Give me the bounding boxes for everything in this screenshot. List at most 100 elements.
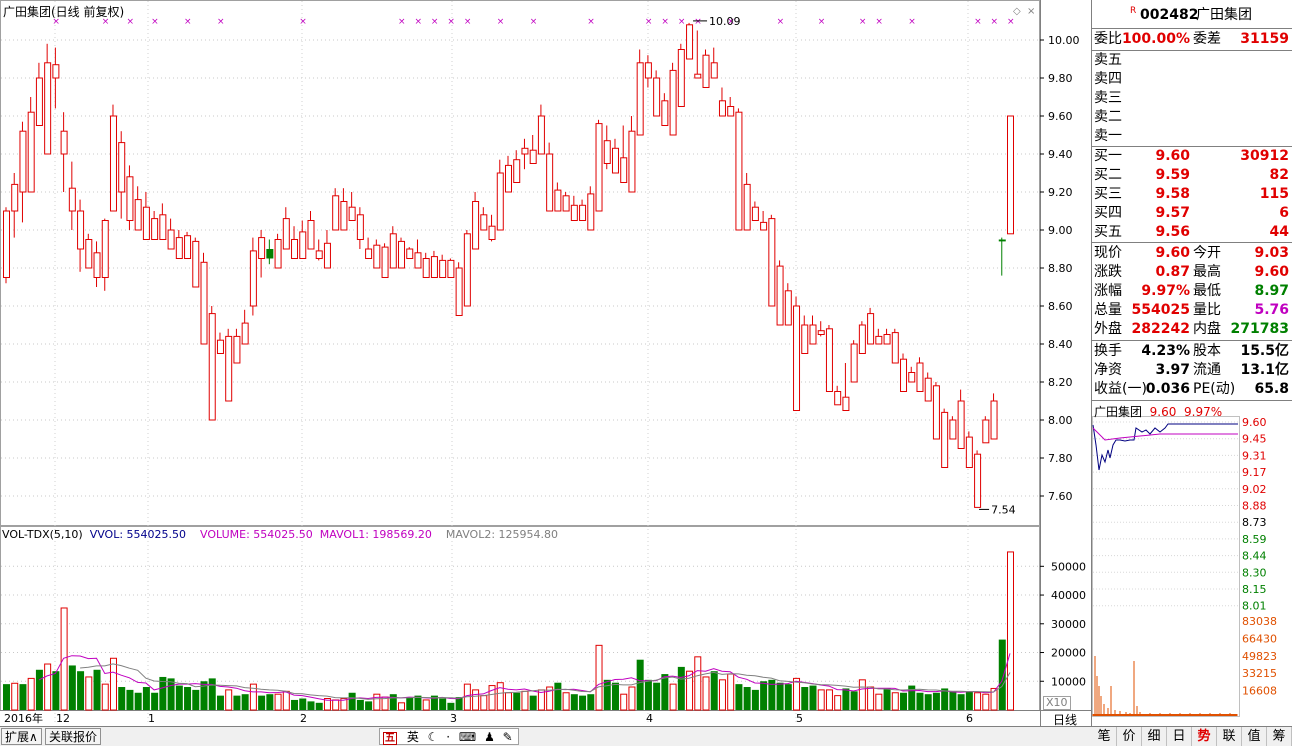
signal-marker: × (587, 17, 595, 27)
signal-marker: × (184, 17, 192, 27)
volume-bar-up (727, 673, 735, 711)
price-axis-label: 10.00 (1048, 34, 1080, 47)
candle-body-up (603, 140, 611, 164)
candle-body-up (340, 201, 348, 231)
volume-bar-down (315, 702, 323, 710)
fin-value-2: 15.5亿 (1240, 343, 1289, 359)
stat-value: 9.60 (1155, 245, 1190, 261)
candle-body-up (134, 199, 142, 231)
sell-label: 卖一 (1094, 128, 1122, 144)
tab-1[interactable]: 价 (1117, 727, 1142, 746)
tab-5[interactable]: 联 (1217, 727, 1242, 746)
candle-body-up (480, 214, 488, 231)
moon-icon[interactable]: ☾ (428, 730, 439, 744)
candle-body-up (332, 195, 340, 231)
candle-body-up (620, 157, 628, 184)
mavol1-value: MAVOL1: 198569.20 (319, 528, 432, 541)
tab-4[interactable]: 势 (1192, 727, 1217, 746)
fin-label-2: 流通 (1193, 362, 1221, 378)
stock-name: 广田集团 (1196, 7, 1252, 23)
mini-price-label: 9.17 (1242, 466, 1267, 479)
stat-row: 涨跌 0.87 最高 9.60 (1092, 263, 1292, 282)
volume-bar-up (817, 689, 825, 711)
price-axis-label: 9.00 (1048, 224, 1073, 237)
volume-bar-down (760, 681, 768, 710)
candle-body-up (109, 115, 117, 212)
volume-bar-down (776, 682, 784, 710)
volume-bar-down (356, 699, 364, 710)
indicator-name[interactable]: VOL-TDX(5,10) (2, 528, 83, 541)
fin-label: 换手 (1094, 343, 1122, 359)
tab-6[interactable]: 值 (1242, 727, 1267, 746)
sell-row: 卖一 (1092, 127, 1292, 146)
candle-body-up (167, 229, 175, 250)
volume-bar-down (644, 679, 652, 710)
stat-label-2: 最高 (1193, 264, 1221, 280)
mini-price-label: 9.60 (1242, 416, 1267, 429)
related-quotes-button[interactable]: 关联报价 (45, 728, 102, 745)
expand-button[interactable]: 扩展∧ (1, 728, 42, 745)
tab-3[interactable]: 日 (1167, 727, 1192, 746)
candle-body-up (323, 242, 331, 269)
fin-row: 净资 3.97 流通 13.1亿 (1092, 361, 1292, 380)
volume-bar-up (867, 686, 875, 711)
candle-body-up (990, 400, 998, 440)
ime-wubi-icon[interactable]: 五 (383, 732, 397, 745)
quote-tabs: 笔价细日势联值筹 (1092, 726, 1292, 746)
volume-bar-down (19, 684, 27, 710)
tab-7[interactable]: 筹 (1267, 727, 1292, 746)
price-area-frame (0, 0, 1040, 526)
sell-row: 卖四 (1092, 70, 1292, 89)
volume-bar-up (718, 679, 726, 711)
buy-volume: 30912 (1240, 148, 1289, 164)
buy-price: 9.58 (1155, 186, 1190, 202)
signal-marker: × (777, 17, 785, 27)
volume-axis-label: 20000 (1051, 647, 1086, 660)
volume-bar-down (258, 695, 266, 710)
user-icon[interactable]: ♟ (484, 730, 495, 744)
tab-0[interactable]: 笔 (1092, 727, 1117, 746)
volume-area-frame (0, 526, 1040, 711)
volume-bar-down (554, 682, 562, 710)
keyboard-icon[interactable]: ⌨ (459, 730, 476, 744)
volume-bar-down (291, 699, 299, 710)
volume-bar-down (406, 697, 414, 710)
volume-bar-up (472, 689, 480, 711)
volume-bar-down (175, 685, 183, 710)
stat-label: 涨跌 (1094, 264, 1122, 280)
stat-row: 现价 9.60 今开 9.03 (1092, 244, 1292, 263)
tab-2[interactable]: 细 (1142, 727, 1167, 746)
candle-body-down (266, 249, 274, 259)
candle-body-up (315, 250, 323, 259)
ime-english-icon[interactable]: 英 (407, 730, 419, 744)
candle-body-up (93, 252, 101, 279)
volume-bar-down (809, 685, 817, 710)
price-axis-label: 8.80 (1048, 262, 1073, 275)
volume-bar-up (521, 690, 529, 711)
candle-body-up (398, 240, 406, 269)
fin-value-2: 13.1亿 (1240, 362, 1289, 378)
candle-body-up (554, 189, 562, 212)
signal-marker: × (908, 17, 916, 27)
stat-row: 外盘 282242 内盘 271783 (1092, 320, 1292, 339)
sell-row: 卖三 (1092, 89, 1292, 108)
high-annotation-label: 10.09 (709, 15, 741, 28)
mini-price-label: 8.88 (1242, 500, 1267, 513)
ime-toolbar[interactable]: 五 英 ☾ · ⌨ ♟ ✎ (379, 728, 519, 745)
stat-label-2: 量比 (1193, 302, 1221, 318)
volume-bar-down (949, 691, 957, 710)
candle-body-up (11, 183, 19, 212)
weicha-value: 31159 (1240, 31, 1289, 47)
mini-price-label: 8.15 (1242, 583, 1267, 596)
candle-body-up (834, 391, 842, 406)
dot-icon[interactable]: · (446, 730, 450, 744)
volume-bar-down (636, 659, 644, 710)
candle-body-up (768, 218, 776, 307)
volume-bar-up (398, 702, 406, 711)
volume-bar-down (924, 694, 932, 710)
price-axis-label: 9.20 (1048, 186, 1073, 199)
volume-bar-up (595, 644, 603, 711)
mini-price-label: 8.73 (1242, 516, 1267, 529)
margin-badge: R (1130, 6, 1137, 16)
wrench-icon[interactable]: ✎ (503, 730, 513, 744)
